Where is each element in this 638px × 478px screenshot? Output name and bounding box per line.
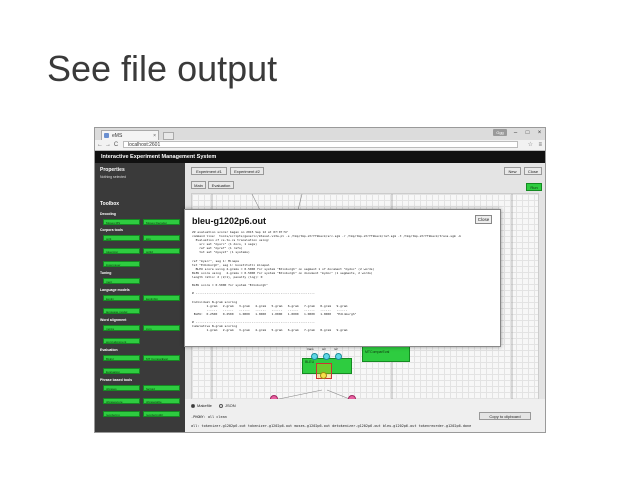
radio-makefile-dot	[191, 403, 195, 408]
mtcompareval-node-label: MTComparEval	[365, 350, 390, 354]
menu-icon[interactable]: ≡	[538, 141, 542, 149]
tab-experiment-1[interactable]: Experiment #1	[191, 167, 227, 175]
maximize-icon[interactable]: □	[522, 129, 533, 137]
tool-moses-ms[interactable]: Moses MS	[103, 219, 140, 225]
tool-split2[interactable]: split2	[143, 248, 180, 254]
new-button[interactable]: New	[504, 167, 521, 175]
makefile-line-2: all: tokenizer-g1202p6.out tokenizer-g12…	[191, 424, 472, 428]
port-output[interactable]	[320, 372, 327, 379]
tool-phrases[interactable]: phrases	[103, 385, 140, 391]
radio-json[interactable]: JSON	[219, 403, 236, 408]
tool-factoid[interactable]: factoid	[143, 385, 180, 391]
tool-kenlmbin[interactable]: kenlmbin	[143, 295, 180, 301]
favicon-icon	[104, 133, 109, 138]
tool-split[interactable]: split	[103, 235, 140, 241]
port-src[interactable]	[323, 353, 330, 360]
tool-phrasetable[interactable]: phrasetable	[143, 398, 180, 404]
tab-title: eMS	[112, 133, 123, 139]
reload-icon[interactable]: C	[112, 141, 120, 149]
tool-language-model[interactable]: language model	[103, 308, 140, 314]
tab-evaluation[interactable]: Evaluation	[208, 181, 234, 189]
slide-title: See file output	[47, 48, 278, 89]
section-corpora: Corpora tools	[100, 228, 123, 232]
bleu-node-label: BLEU	[305, 360, 315, 364]
url-input[interactable]: localhost:2601	[123, 141, 518, 148]
port-trans[interactable]	[311, 353, 318, 360]
properties-heading: Properties	[100, 167, 125, 173]
output-line: 1-gram 2-gram 3-gram 4-gram 5-gram 6-gra…	[192, 328, 348, 333]
close-button[interactable]: Close	[524, 167, 542, 175]
radio-json-dot	[219, 403, 223, 408]
properties-status: Nothing selected	[100, 175, 127, 179]
run-button[interactable]: Run	[526, 183, 542, 191]
tool-reorderingtbl[interactable]: reorderingtbl	[143, 411, 180, 417]
tab-main[interactable]: Main	[191, 181, 206, 189]
port-ref-label: ref	[334, 347, 338, 351]
section-word-alignment: Word alignment	[100, 318, 127, 322]
radio-makefile[interactable]: Makefile	[191, 403, 212, 408]
tool-moses-decoder[interactable]: Moses Decoder	[143, 219, 180, 225]
modal-output-text: ZZ evaluation scorer began on 2015 Sep 1…	[192, 230, 492, 342]
port-trans-label: trans	[307, 347, 314, 351]
tool-kenlm[interactable]: kenlm	[103, 295, 140, 301]
output-modal: bleu-g1202p6.out Close ZZ evaluation sco…	[184, 209, 501, 347]
toolbox-heading: Toolbox	[100, 201, 120, 207]
radio-makefile-label: Makefile	[197, 403, 212, 408]
tool-reordering[interactable]: reordering	[103, 411, 140, 417]
tool-phrasescore[interactable]: phrasescore	[103, 398, 140, 404]
address-bar: ← → C localhost:2601 ☆ ≡	[95, 140, 545, 151]
tool-mt-compareval[interactable]: MT ComparEval	[143, 355, 180, 361]
modal-close-button[interactable]: Close	[475, 215, 492, 224]
tool-bleu[interactable]: BLEU	[103, 355, 140, 361]
port-src-label: src	[322, 347, 326, 351]
makefile-panel: Makefile JSON .PHONY: all clean all: tok…	[185, 399, 545, 432]
tool-lowercaser[interactable]: lowercaser	[103, 261, 140, 267]
browser-tab[interactable]: eMS ×	[101, 130, 159, 140]
tool-evaluation[interactable]: Evaluation	[103, 368, 140, 374]
tool-tokenizer[interactable]: tokenizer	[103, 248, 140, 254]
bookmark-star-icon[interactable]: ☆	[528, 141, 533, 149]
copy-to-clipboard-button[interactable]: Copy to clipboard	[479, 412, 531, 420]
tool-word-alignment[interactable]: word alignment	[103, 338, 140, 344]
makefile-line-1: .PHONY: all clean	[191, 415, 227, 419]
tool-mert[interactable]: mert	[103, 278, 140, 284]
tab-bar: eMS × Ggg – □ ×	[95, 128, 545, 140]
section-language-models: Language models	[100, 288, 130, 292]
section-decoding: Decoding	[100, 212, 116, 216]
port-ref[interactable]	[335, 353, 342, 360]
section-tuning: Tuning	[100, 271, 112, 275]
minimize-icon[interactable]: –	[510, 129, 521, 137]
back-icon[interactable]: ←	[96, 141, 104, 149]
tool-mgiza[interactable]: mgiza	[103, 325, 140, 331]
new-tab-button[interactable]	[163, 132, 174, 140]
close-window-icon[interactable]: ×	[534, 129, 545, 137]
tab-experiment-2[interactable]: Experiment #2	[230, 167, 264, 175]
modal-title: bleu-g1202p6.out	[192, 216, 267, 226]
radio-json-label: JSON	[225, 403, 236, 408]
sidebar: Properties Nothing selected Toolbox Deco…	[95, 163, 185, 432]
app-header: Interactive Experiment Management System	[95, 151, 545, 163]
tool-join[interactable]: join	[143, 235, 180, 241]
forward-icon[interactable]: →	[104, 141, 112, 149]
profile-chip[interactable]: Ggg	[493, 129, 507, 136]
section-evaluation: Evaluation	[100, 348, 118, 352]
section-phrase-tools: Phrase based tools	[100, 378, 133, 382]
tool-sym[interactable]: sym	[143, 325, 180, 331]
